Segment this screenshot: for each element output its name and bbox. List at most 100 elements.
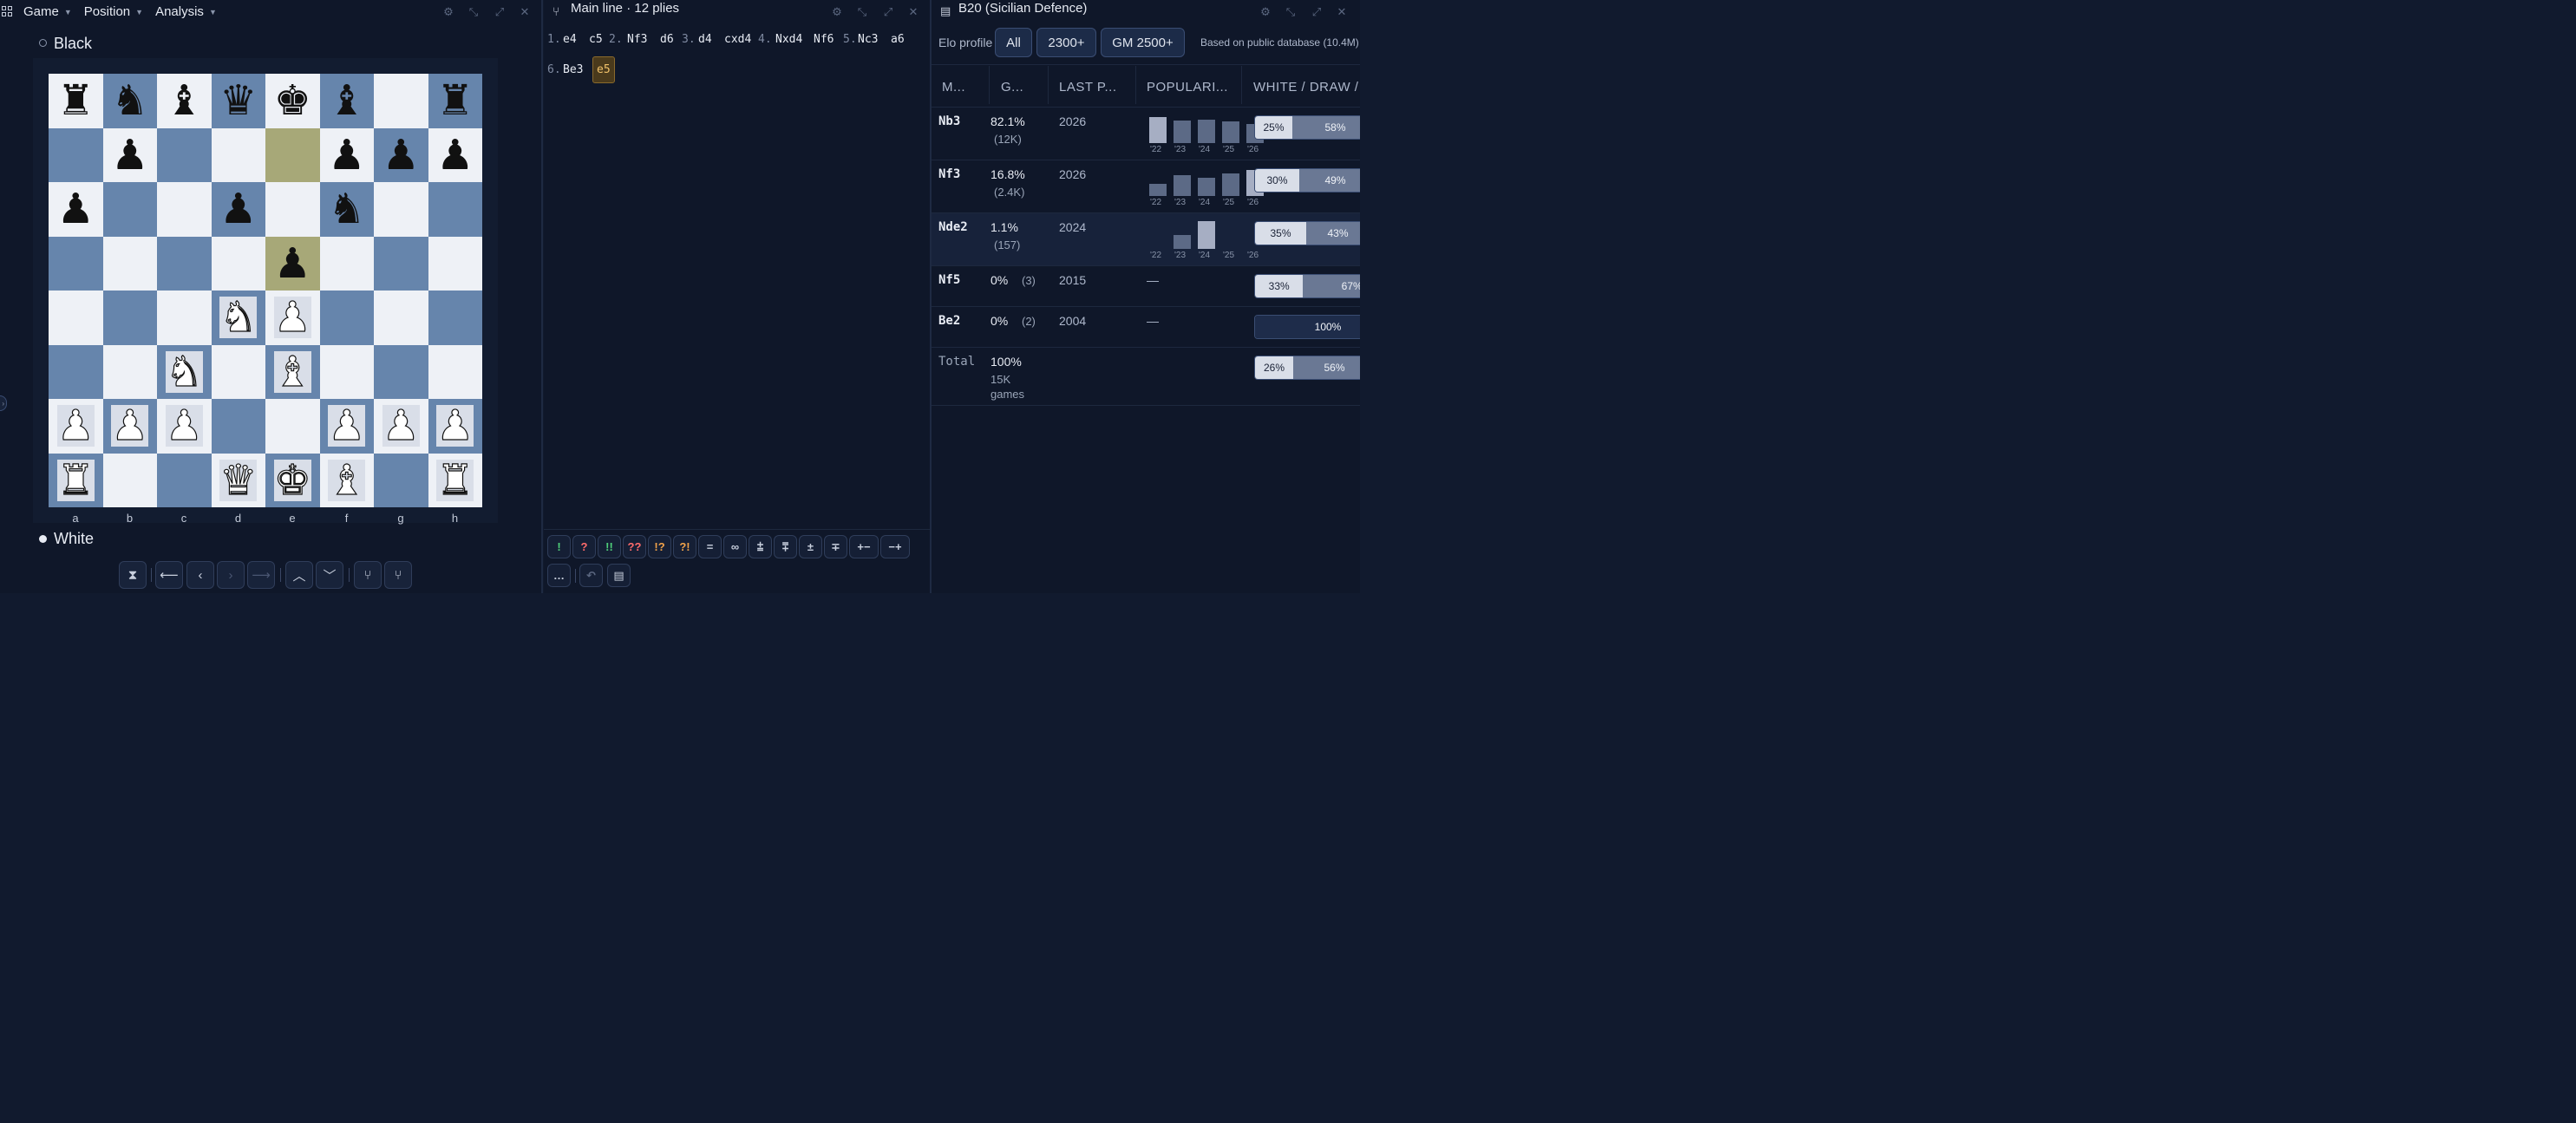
move-Be3[interactable]: Be3 xyxy=(563,63,583,76)
variation-up-button[interactable]: ︿ xyxy=(285,561,313,589)
minimize-icon[interactable]: ⤡ xyxy=(1284,5,1298,19)
square-g6[interactable] xyxy=(374,182,428,237)
black-pawn-icon[interactable]: ♟ xyxy=(328,134,365,176)
move-e4[interactable]: e4 xyxy=(563,33,577,46)
move-d4[interactable]: d4 xyxy=(698,33,712,46)
maximize-icon[interactable]: ⤢ xyxy=(881,5,895,19)
annotation-button[interactable]: ?! xyxy=(673,535,696,558)
square-f5[interactable] xyxy=(319,236,374,291)
black-pawn-icon[interactable]: ♟ xyxy=(57,188,95,230)
square-a4[interactable] xyxy=(49,291,103,345)
square-g4[interactable] xyxy=(374,291,428,345)
square-d6[interactable]: ♟ xyxy=(211,182,265,237)
square-e7[interactable] xyxy=(265,127,320,182)
branch-demote-button[interactable]: ⑂ xyxy=(384,561,412,589)
square-a8[interactable]: ♜ xyxy=(49,74,103,128)
go-end-button[interactable]: ⟶ xyxy=(247,561,275,589)
menu-game[interactable]: Game ▼ xyxy=(23,4,72,19)
close-icon[interactable]: ✕ xyxy=(1335,5,1349,19)
square-g3[interactable] xyxy=(374,344,428,399)
settings-gear-icon[interactable]: ⚙ xyxy=(441,5,455,19)
square-f3[interactable] xyxy=(319,344,374,399)
square-f4[interactable] xyxy=(319,291,374,345)
black-king-icon[interactable]: ♚ xyxy=(274,80,311,121)
black-pawn-icon[interactable]: ♟ xyxy=(436,134,474,176)
square-e2[interactable] xyxy=(265,399,320,454)
white-rook-icon[interactable]: ♜ xyxy=(56,459,95,501)
square-f8[interactable]: ♝ xyxy=(319,74,374,128)
move-cxd4[interactable]: cxd4 xyxy=(724,33,751,46)
square-f1[interactable]: ♝ xyxy=(319,453,374,507)
square-h8[interactable]: ♜ xyxy=(428,74,482,128)
col-popularity[interactable]: POPULARI... xyxy=(1147,80,1228,95)
square-b1[interactable] xyxy=(102,453,157,507)
black-bishop-icon[interactable]: ♝ xyxy=(166,80,203,121)
apps-grid-icon[interactable] xyxy=(2,6,12,16)
move-Nc3[interactable]: Nc3 xyxy=(858,33,878,46)
undo-button[interactable]: ↶ xyxy=(579,564,603,587)
move-name[interactable]: Total xyxy=(938,355,975,369)
close-icon[interactable]: ✕ xyxy=(906,5,920,19)
square-a1[interactable]: ♜ xyxy=(49,453,103,507)
square-d7[interactable] xyxy=(211,127,265,182)
annotation-button[interactable]: +− xyxy=(849,535,879,558)
square-e4[interactable]: ♟ xyxy=(265,291,320,345)
go-start-button[interactable]: ⟵ xyxy=(155,561,183,589)
square-a7[interactable] xyxy=(49,127,103,182)
elo-gm-button[interactable]: GM 2500+ xyxy=(1101,28,1185,57)
square-b6[interactable] xyxy=(102,182,157,237)
square-a3[interactable] xyxy=(49,344,103,399)
black-rook-icon[interactable]: ♜ xyxy=(57,80,95,121)
square-g5[interactable] xyxy=(374,236,428,291)
square-c4[interactable] xyxy=(157,291,212,345)
annotation-button[interactable]: !! xyxy=(598,535,621,558)
black-knight-icon[interactable]: ♞ xyxy=(328,188,365,230)
square-b5[interactable] xyxy=(102,236,157,291)
white-pawn-icon[interactable]: ♟ xyxy=(328,405,366,447)
square-b4[interactable] xyxy=(102,291,157,345)
table-row[interactable]: Nb3 82.1% (12K) 2026 '22 '23 '24 '25 '26 25% 58% xyxy=(932,107,1360,160)
annotation-button[interactable]: = xyxy=(698,535,722,558)
annotation-button[interactable]: !? xyxy=(648,535,671,558)
white-pawn-icon[interactable]: ♟ xyxy=(273,297,311,339)
square-d4[interactable]: ♞ xyxy=(211,291,265,345)
move-name[interactable]: Be2 xyxy=(938,314,960,328)
white-bishop-icon[interactable]: ♝ xyxy=(328,459,366,501)
white-queen-icon[interactable]: ♛ xyxy=(219,459,258,501)
square-b3[interactable] xyxy=(102,344,157,399)
annotation-button[interactable]: ! xyxy=(547,535,571,558)
square-d8[interactable]: ♛ xyxy=(211,74,265,128)
prev-move-button[interactable]: ‹ xyxy=(186,561,214,589)
move-Nxd4[interactable]: Nxd4 xyxy=(775,33,802,46)
square-e1[interactable]: ♚ xyxy=(265,453,320,507)
side-collapse-icon[interactable]: › xyxy=(0,395,7,411)
square-c3[interactable]: ♞ xyxy=(157,344,212,399)
square-a6[interactable]: ♟ xyxy=(49,182,103,237)
annotation-button[interactable]: ⩲ xyxy=(749,535,772,558)
square-c1[interactable] xyxy=(157,453,212,507)
square-b7[interactable]: ♟ xyxy=(102,127,157,182)
square-d3[interactable] xyxy=(211,344,265,399)
annotation-button[interactable]: ∞ xyxy=(723,535,747,558)
square-c7[interactable] xyxy=(157,127,212,182)
annotation-button[interactable]: ∓ xyxy=(824,535,847,558)
white-pawn-icon[interactable]: ♟ xyxy=(436,405,474,447)
branch-promote-button[interactable]: ⑂ xyxy=(354,561,382,589)
move-a6[interactable]: a6 xyxy=(891,33,905,46)
square-f2[interactable]: ♟ xyxy=(319,399,374,454)
black-queen-icon[interactable]: ♛ xyxy=(219,80,257,121)
square-f6[interactable]: ♞ xyxy=(319,182,374,237)
minimize-icon[interactable]: ⤡ xyxy=(467,5,481,19)
move-name[interactable]: Nf3 xyxy=(938,167,960,181)
square-h4[interactable] xyxy=(428,291,482,345)
annotation-button[interactable]: ? xyxy=(572,535,596,558)
more-button[interactable]: … xyxy=(547,564,571,587)
table-row[interactable]: Be2 0% (2) 2004 — 100% xyxy=(932,306,1360,348)
square-e8[interactable]: ♚ xyxy=(265,74,320,128)
black-pawn-icon[interactable]: ♟ xyxy=(274,243,311,284)
white-pawn-icon[interactable]: ♟ xyxy=(56,405,95,447)
next-move-button[interactable]: › xyxy=(217,561,245,589)
table-row[interactable]: Nde2 1.1% (157) 2024 '22 '23 '24 '25 '26 35% 43% xyxy=(932,212,1360,266)
menu-analysis[interactable]: Analysis ▼ xyxy=(155,4,217,19)
square-a5[interactable] xyxy=(49,236,103,291)
